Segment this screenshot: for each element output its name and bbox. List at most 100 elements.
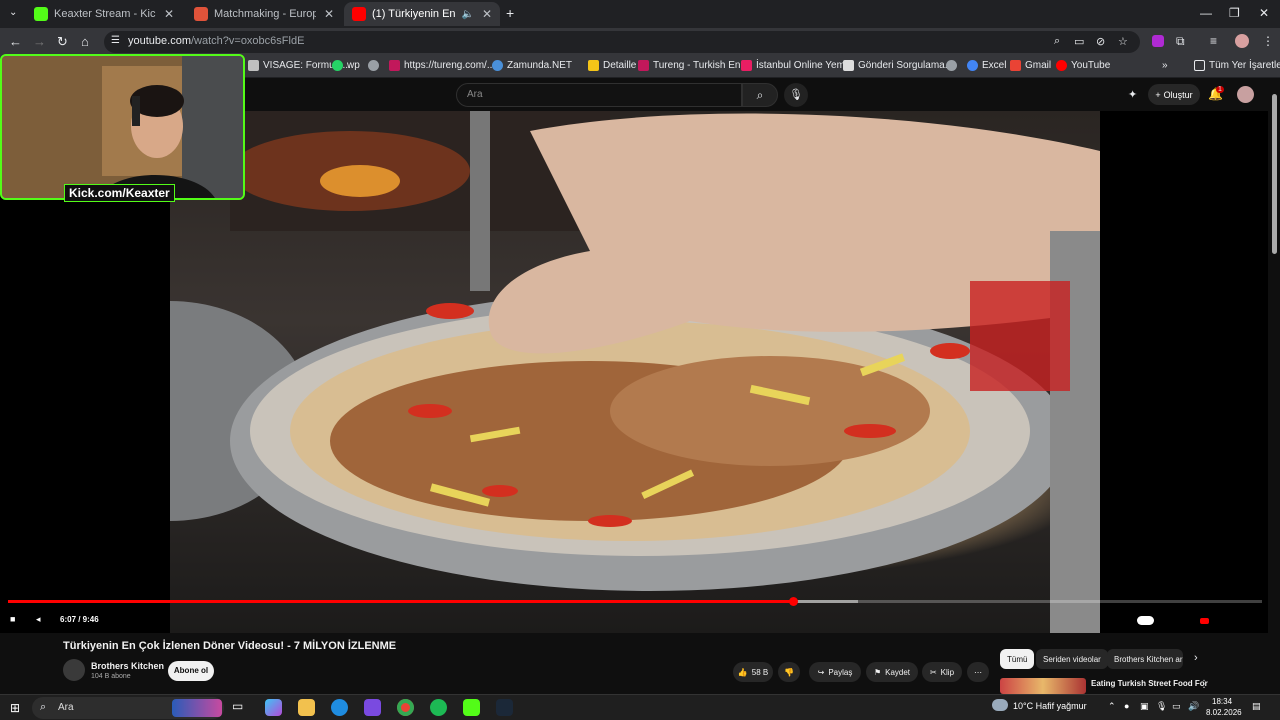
- tray-app-icon[interactable]: ▣: [1140, 701, 1149, 712]
- scrollbar-thumb[interactable]: [1272, 94, 1277, 254]
- site-info-icon[interactable]: ☰: [111, 35, 120, 46]
- url-host: youtube.com: [128, 35, 191, 47]
- bookmark-item[interactable]: Excel: [967, 60, 1006, 71]
- windows-start-icon[interactable]: ⊞: [10, 701, 20, 715]
- zoom-search-icon[interactable]: ⌕: [1054, 35, 1060, 48]
- clock-date[interactable]: 8.02.2026: [1206, 708, 1242, 717]
- chrome-icon[interactable]: [397, 699, 414, 716]
- tab-kick-dashboard[interactable]: Keaxter Stream - Kick Dashboard ✕: [26, 2, 182, 26]
- channel-avatar[interactable]: [63, 659, 85, 681]
- reading-list-icon[interactable]: ≡: [1210, 34, 1217, 48]
- tab-list-icon[interactable]: ⌄: [9, 7, 17, 18]
- minimize-icon[interactable]: —: [1200, 6, 1212, 20]
- tray-chevron-icon[interactable]: ⌃: [1108, 701, 1116, 712]
- play-icon[interactable]: ■: [10, 614, 15, 624]
- more-bookmarks-icon[interactable]: »: [1162, 60, 1168, 71]
- bookmark-item[interactable]: Detaille: [588, 60, 636, 71]
- volume-icon[interactable]: ◂: [36, 614, 41, 625]
- progress-bar-handle[interactable]: [789, 597, 798, 606]
- forward-icon[interactable]: →: [33, 34, 46, 49]
- reload-icon[interactable]: ↻: [57, 34, 68, 50]
- task-view-icon[interactable]: ▭: [232, 699, 249, 716]
- tray-app-icon[interactable]: ●: [1124, 701, 1129, 711]
- close-icon[interactable]: ✕: [482, 7, 492, 21]
- chevron-right-icon[interactable]: ›: [1194, 652, 1198, 664]
- dislike-button[interactable]: 👎: [778, 662, 800, 682]
- bookmark-label: Zamunda.NET: [507, 60, 573, 71]
- bookmark-favicon-icon: [248, 60, 259, 71]
- bookmark-star-icon[interactable]: ☆: [1118, 35, 1128, 48]
- bookmark-item[interactable]: YouTube: [1056, 60, 1110, 71]
- like-button[interactable]: 👍 58 B: [733, 662, 773, 682]
- subscribe-button[interactable]: Abone ol: [168, 661, 214, 681]
- chip-series[interactable]: Seriden videolar: [1036, 649, 1108, 669]
- tab-youtube-video[interactable]: (1) Türkiyenin En Çok İzlenen 🔈 ✕: [344, 2, 500, 26]
- kick-app-icon[interactable]: [463, 699, 480, 716]
- video-frame[interactable]: [170, 111, 1100, 633]
- subtitles-icon[interactable]: [1200, 618, 1209, 624]
- yemeksepeti-icon: [741, 60, 752, 71]
- weather-text[interactable]: 10°C Hafif yağmur: [1013, 701, 1087, 711]
- voice-search-button[interactable]: 🎙: [784, 83, 808, 107]
- bookmark-item[interactable]: https://tureng.com/...: [389, 60, 495, 71]
- bookmark-item[interactable]: wp: [332, 60, 360, 71]
- whatsapp-icon: [332, 60, 343, 71]
- share-label: Paylaş: [828, 667, 853, 677]
- eye-off-icon[interactable]: ⊘: [1096, 35, 1105, 48]
- edge-icon[interactable]: [331, 699, 348, 716]
- restore-icon[interactable]: ❐: [1229, 6, 1240, 20]
- home-icon[interactable]: ⌂: [81, 34, 89, 49]
- search-input[interactable]: Ara: [456, 83, 742, 107]
- discord-icon[interactable]: [364, 699, 381, 716]
- chip-channel[interactable]: Brothers Kitchen ar: [1107, 649, 1183, 669]
- close-icon[interactable]: ✕: [324, 7, 334, 21]
- more-actions-button[interactable]: ⋯: [967, 662, 989, 682]
- window-close-icon[interactable]: ✕: [1259, 6, 1269, 20]
- chip-all[interactable]: Tümü: [1000, 649, 1035, 669]
- back-icon[interactable]: ←: [9, 34, 22, 49]
- cast-icon[interactable]: ▭: [1074, 35, 1084, 48]
- notifications-icon[interactable]: ▤: [1252, 701, 1261, 712]
- clock-time[interactable]: 18:34: [1212, 697, 1232, 706]
- bookmark-item[interactable]: Zamunda.NET: [492, 60, 572, 71]
- copilot-icon[interactable]: [265, 699, 282, 716]
- tab-matchmaking[interactable]: Matchmaking - Europe 5v5 Qu ✕: [186, 2, 342, 26]
- recommended-more-icon[interactable]: ⋮: [1199, 679, 1209, 690]
- search-button[interactable]: ⌕: [742, 83, 778, 107]
- bookmark-item[interactable]: Gönderi Sorgulama...: [843, 60, 953, 71]
- bookmark-item[interactable]: Tureng - Turkish En...: [638, 60, 749, 71]
- bookmark-item[interactable]: Gmail: [1010, 60, 1051, 71]
- bookmark-label: Gmail: [1025, 60, 1052, 71]
- speaker-icon[interactable]: 🔈: [461, 9, 473, 20]
- create-button[interactable]: + Oluştur: [1148, 84, 1200, 105]
- address-bar[interactable]: ☰ youtube.com/watch?v=oxobc6sFldE ⌕ ▭ ⊘ …: [104, 31, 1140, 53]
- share-button[interactable]: ↪ Paylaş: [809, 662, 861, 682]
- channel-name[interactable]: Brothers Kitchen: [91, 661, 164, 671]
- new-tab-button[interactable]: +: [506, 5, 514, 21]
- all-bookmarks-label: Tüm Yer İşaretleri: [1209, 60, 1280, 71]
- account-avatar[interactable]: [1237, 86, 1254, 103]
- recommended-title[interactable]: Eating Turkish Street Food For: [1091, 679, 1208, 688]
- save-button[interactable]: ⚑ Kaydet: [866, 662, 918, 682]
- browser-menu-icon[interactable]: ⋮: [1262, 34, 1274, 48]
- spotify-icon[interactable]: [430, 699, 447, 716]
- profile-avatar[interactable]: [1235, 34, 1249, 48]
- chat-icon[interactable]: ✦: [1128, 88, 1137, 101]
- tureng-icon: [638, 60, 649, 71]
- bookmark-item[interactable]: İstanbul Online Yem...: [741, 60, 853, 71]
- extension-icon[interactable]: [1152, 35, 1164, 47]
- recommended-thumbnail[interactable]: [1000, 678, 1086, 694]
- bookmark-item[interactable]: [946, 60, 961, 71]
- taskbar-search[interactable]: ⌕ Ara: [32, 697, 224, 719]
- extensions-puzzle-icon[interactable]: ⧉: [1176, 34, 1185, 49]
- clip-button[interactable]: ✂ Klip: [922, 662, 962, 682]
- steam-icon[interactable]: [496, 699, 513, 716]
- microphone-icon[interactable]: 🎙: [1156, 701, 1167, 712]
- file-explorer-icon[interactable]: [298, 699, 315, 716]
- all-bookmarks-button[interactable]: Tüm Yer İşaretleri: [1194, 60, 1280, 71]
- volume-icon[interactable]: 🔊: [1188, 701, 1199, 712]
- autoplay-toggle[interactable]: [1137, 616, 1154, 625]
- close-icon[interactable]: ✕: [164, 7, 174, 21]
- network-icon[interactable]: ▭: [1172, 701, 1181, 712]
- bookmark-item[interactable]: [368, 60, 383, 71]
